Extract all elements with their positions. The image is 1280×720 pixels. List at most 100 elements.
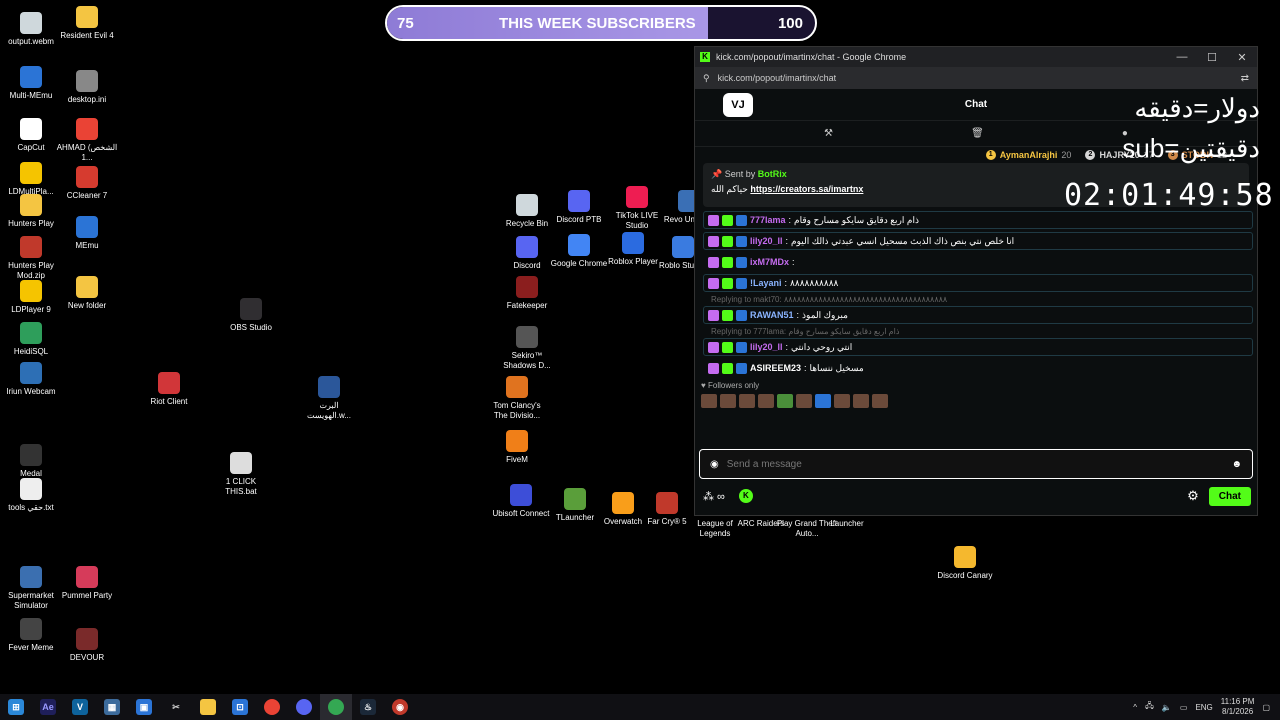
taskbar-steam[interactable]: ♨ — [352, 694, 384, 720]
close-button[interactable]: ✕ — [1227, 51, 1257, 64]
send-chat-button[interactable]: Chat — [1208, 486, 1251, 506]
start-button[interactable]: ⊞ — [0, 694, 32, 720]
taskbar-explorer[interactable] — [192, 694, 224, 720]
desktop-icon[interactable]: Multi-MEmu — [0, 66, 62, 101]
network-icon[interactable]: 🖧 — [1145, 700, 1154, 714]
desktop-icon[interactable]: CapCut — [0, 118, 62, 153]
chat-message[interactable]: lily20_ll: انتي روحي دانتي — [703, 338, 1253, 356]
desktop-icon[interactable]: DEVOUR — [56, 628, 118, 663]
address-bar[interactable]: ⚲ kick.com/popout/imartinx/chat ⇄ — [695, 67, 1257, 89]
chat-username[interactable]: ixM7MDx — [750, 257, 789, 267]
taskbar-app[interactable]: ▣ — [128, 694, 160, 720]
desktop-icon[interactable]: Discord Canary — [934, 546, 996, 581]
taskbar-chrome-profile[interactable] — [288, 694, 320, 720]
chat-username[interactable]: !Layani — [750, 278, 782, 288]
desktop-icon[interactable]: Pummel Party — [56, 566, 118, 601]
emote[interactable] — [777, 394, 793, 408]
desktop-icon[interactable]: Discord PTB — [548, 190, 610, 225]
chat-username[interactable]: 777lama — [750, 215, 786, 225]
emote[interactable] — [758, 394, 774, 408]
desktop-icon[interactable]: MEmu — [56, 216, 118, 251]
emoji-picker-icon[interactable]: ☻ — [1231, 459, 1242, 470]
hammer-icon[interactable]: ⚒ — [824, 128, 833, 139]
taskbar-calculator[interactable]: ▦ — [96, 694, 128, 720]
taskbar-store[interactable]: ⊡ — [224, 694, 256, 720]
desktop-icon[interactable]: Ubisoft Connect — [490, 484, 552, 519]
chat-input[interactable]: ◉ Send a message ☻ — [699, 449, 1253, 479]
chat-username[interactable]: lily20_ll — [750, 236, 783, 246]
emote[interactable] — [834, 394, 850, 408]
desktop-icon[interactable]: Sekiro™ Shadows D... — [496, 326, 558, 371]
desktop-icon[interactable]: FiveM — [486, 430, 548, 465]
desktop-icon[interactable]: Medal — [0, 444, 62, 479]
desktop-icon[interactable]: Hunters Play — [0, 194, 62, 229]
tray-chevron-icon[interactable]: ^ — [1133, 703, 1137, 712]
taskbar-snip[interactable]: ✂ — [160, 694, 192, 720]
desktop-icon[interactable]: Riot Client — [138, 372, 200, 407]
chat-message[interactable]: ixM7MDx: — [703, 253, 1253, 271]
translate-icon[interactable]: ⇄ — [1241, 73, 1249, 84]
emoji-left-icon[interactable]: ◉ — [710, 459, 719, 470]
chat-message[interactable]: RAWAN51: مبروك الموذ — [703, 306, 1253, 324]
desktop-icon[interactable]: AHMAD (الشخص 1... — [56, 118, 118, 163]
taskbar-chrome-active[interactable] — [320, 694, 352, 720]
taskbar-obs[interactable]: ◉ — [384, 694, 416, 720]
notification-icon[interactable]: ▢ — [1262, 703, 1270, 712]
chat-username[interactable]: ASIREEM23 — [750, 363, 801, 373]
desktop-icon[interactable]: output.webm — [0, 12, 62, 47]
settings-gear-icon[interactable]: ⚙ — [1187, 488, 1199, 504]
chat-message[interactable]: ASIREEM23: مسخيل ننساها — [703, 359, 1253, 377]
emote[interactable] — [720, 394, 736, 408]
emote[interactable] — [853, 394, 869, 408]
desktop-icon[interactable]: Iriun Webcam — [0, 362, 62, 397]
desktop-icon-label: البرت الهويست.w... — [307, 401, 351, 420]
desktop-icon[interactable]: LDPlayer 9 — [0, 280, 62, 315]
battery-icon[interactable]: ▭ — [1180, 703, 1188, 712]
taskbar-vscode[interactable]: V — [64, 694, 96, 720]
top-gifter[interactable]: 1 AymanAlrajhi 20 — [985, 150, 1071, 160]
desktop-icon[interactable]: desktop.ini — [56, 70, 118, 105]
chat-username[interactable]: RAWAN51 — [750, 310, 794, 320]
desktop-icon[interactable]: Hunters Play Mod.zip — [0, 236, 62, 281]
desktop-icon[interactable]: HeidiSQL — [0, 322, 62, 357]
emote[interactable] — [872, 394, 888, 408]
desktop-icon[interactable]: Supermarket Simulator — [0, 566, 62, 611]
taskbar-after-effects[interactable]: Ae — [32, 694, 64, 720]
emote[interactable] — [796, 394, 812, 408]
url-text[interactable]: kick.com/popout/imartinx/chat — [718, 73, 837, 83]
language-indicator[interactable]: ENG — [1195, 703, 1212, 712]
trash-icon[interactable]: 🗑 — [971, 128, 984, 139]
desktop-icon[interactable]: tools حقي.txt — [0, 478, 62, 513]
kick-points-icon[interactable]: ⁂ ∞ — [703, 490, 725, 503]
desktop-icon[interactable]: Fever Meme — [0, 618, 62, 653]
desktop-icon[interactable]: Google Chrome — [548, 234, 610, 269]
emote[interactable] — [739, 394, 755, 408]
desktop-icon[interactable]: البرت الهويست.w... — [298, 376, 360, 421]
minimize-button[interactable]: — — [1167, 51, 1197, 64]
kick-logo-icon[interactable]: K — [738, 489, 753, 503]
desktop-icon[interactable]: New folder — [56, 276, 118, 311]
site-info-icon[interactable]: ⚲ — [703, 73, 710, 84]
taskbar-chrome[interactable] — [256, 694, 288, 720]
desktop-icon[interactable]: 1 CLICK THIS.bat — [210, 452, 272, 497]
emote[interactable] — [701, 394, 717, 408]
clock[interactable]: 11:16 PM 8/1/2026 — [1221, 697, 1255, 717]
chat-message[interactable]: !Layani:٨٨٨٨٨٨٨٨٨٨ — [703, 274, 1253, 292]
chat-username[interactable]: lily20_ll — [750, 342, 783, 352]
discord-icon — [516, 236, 538, 258]
chat-input-placeholder[interactable]: Send a message — [727, 459, 802, 470]
desktop-icon[interactable]: Fatekeeper — [496, 276, 558, 311]
window-titlebar[interactable]: K kick.com/popout/imartinx/chat - Google… — [695, 47, 1257, 67]
desktop-icon[interactable]: LDMultiPla... — [0, 162, 62, 197]
volume-icon[interactable]: 🔈 — [1162, 703, 1172, 712]
pinned-link[interactable]: https://creators.sa/imartnx — [750, 184, 863, 194]
emote[interactable] — [815, 394, 831, 408]
pinned-bot-name[interactable]: BotRix — [758, 169, 787, 179]
chat-message[interactable]: lily20_ll: انا خلص نتي بنص ذاك الذبث مسحي… — [703, 232, 1253, 250]
maximize-button[interactable]: ☐ — [1197, 51, 1227, 64]
desktop-icon[interactable]: Tom Clancy's The Divisio... — [486, 376, 548, 421]
desktop-icon[interactable]: OBS Studio — [220, 298, 282, 333]
chat-message[interactable]: 777lama: ذام اربع دقايق سايكو مسارح وقام — [703, 211, 1253, 229]
desktop-icon[interactable]: CCleaner 7 — [56, 166, 118, 201]
desktop-icon[interactable]: Resident Evil 4 — [56, 6, 118, 41]
